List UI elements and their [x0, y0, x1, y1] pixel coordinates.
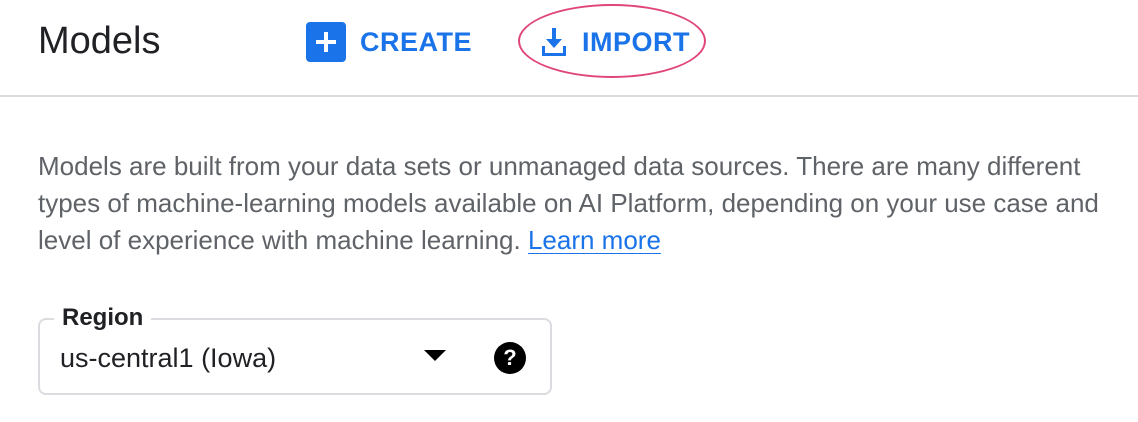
create-button-label: CREATE — [360, 26, 473, 57]
page-header: Models CREATE IMPORT — [0, 0, 1138, 97]
help-icon[interactable]: ? — [494, 342, 526, 374]
import-button[interactable]: IMPORT — [540, 20, 690, 64]
dropdown-arrow-icon[interactable] — [424, 350, 446, 361]
download-icon — [540, 26, 568, 58]
create-button[interactable]: CREATE — [306, 20, 472, 64]
plus-icon — [306, 22, 346, 62]
page-title: Models — [38, 20, 161, 62]
learn-more-link[interactable]: Learn more — [528, 225, 661, 255]
import-button-label: IMPORT — [582, 26, 690, 57]
description-paragraph: Models are built from your data sets or … — [38, 148, 1118, 259]
region-value: us-central1 (Iowa) — [60, 343, 277, 373]
region-select[interactable]: Region us-central1 (Iowa) ? — [38, 304, 552, 395]
region-label: Region — [54, 304, 152, 332]
